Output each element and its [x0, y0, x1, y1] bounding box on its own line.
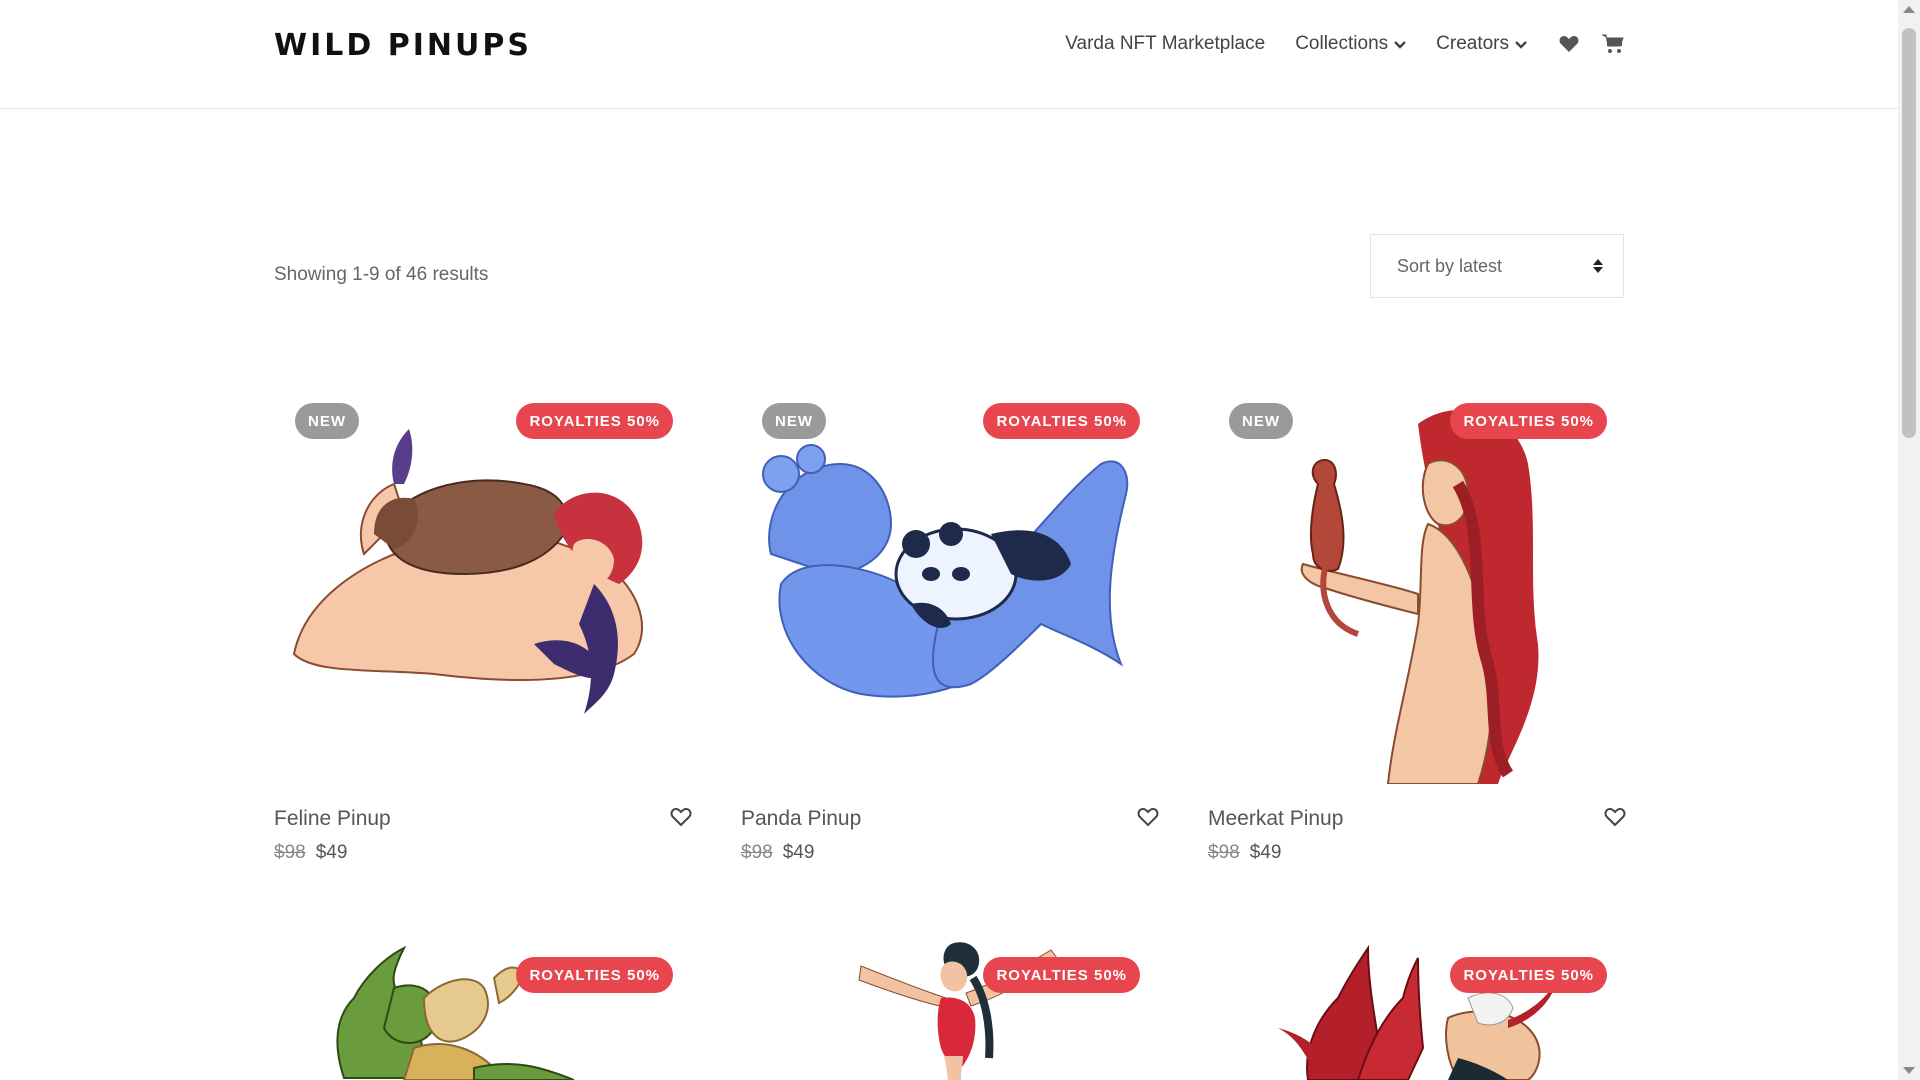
old-price: $98: [274, 842, 306, 863]
badge-royalties: ROYALTIES 50%: [516, 957, 673, 993]
nav-item-creators[interactable]: Creators: [1436, 33, 1527, 55]
chevron-down-icon: [1515, 38, 1527, 52]
product-image[interactable]: ROYALTIES 50%: [1208, 938, 1628, 1080]
product-image[interactable]: NEW ROYALTIES 50%: [274, 384, 694, 784]
wishlist-heart-icon[interactable]: [1604, 807, 1628, 831]
product-card-feline[interactable]: NEW ROYALTIES 50% Feline Pinup $98 $49: [274, 384, 694, 863]
wishlist-heart-icon[interactable]: [1557, 32, 1581, 56]
badge-new: NEW: [762, 403, 826, 439]
feline-pinup-illustration: [292, 429, 644, 714]
sort-dropdown-value: Sort by latest: [1397, 255, 1503, 276]
page-scrollbar[interactable]: [1898, 0, 1920, 1080]
product-image[interactable]: ROYALTIES 50%: [741, 938, 1161, 1080]
old-price: $98: [1208, 842, 1240, 863]
site-header: WILD PINUPS Varda NFT Marketplace Collec…: [0, 0, 1898, 109]
badge-new: NEW: [1229, 403, 1293, 439]
current-price: $49: [782, 842, 815, 863]
nav-item-label: Varda NFT Marketplace: [1065, 33, 1266, 54]
badge-royalties: ROYALTIES 50%: [983, 957, 1140, 993]
wishlist-heart-icon[interactable]: [670, 807, 694, 831]
sort-arrows-icon: [1593, 259, 1603, 273]
badge-royalties: ROYALTIES 50%: [1450, 957, 1607, 993]
cart-icon[interactable]: [1601, 32, 1625, 56]
scroll-up-arrow[interactable]: [1903, 6, 1915, 13]
product-price: $98 $49: [1208, 842, 1281, 864]
product-image[interactable]: NEW ROYALTIES 50%: [741, 384, 1161, 784]
product-title[interactable]: Meerkat Pinup: [1208, 807, 1343, 831]
panda-pinup-illustration: [762, 444, 1129, 698]
badge-royalties: ROYALTIES 50%: [983, 403, 1140, 439]
chevron-down-icon: [1394, 38, 1406, 52]
badge-new: NEW: [295, 403, 359, 439]
product-image[interactable]: NEW ROYALTIES 50%: [1208, 384, 1628, 784]
product-price: $98 $49: [274, 842, 347, 864]
current-price: $49: [1249, 842, 1282, 863]
site-logo[interactable]: WILD PINUPS: [274, 28, 532, 63]
results-count: Showing 1-9 of 46 results: [274, 264, 489, 285]
old-price: $98: [741, 842, 773, 863]
badge-royalties: ROYALTIES 50%: [1450, 403, 1607, 439]
product-card-crocodile[interactable]: ROYALTIES 50%: [274, 938, 694, 1080]
product-title[interactable]: Feline Pinup: [274, 807, 391, 831]
scroll-thumb[interactable]: [1902, 28, 1916, 438]
nav-item-marketplace[interactable]: Varda NFT Marketplace: [1065, 33, 1265, 55]
nav-item-label: Collections: [1295, 33, 1389, 54]
sort-dropdown[interactable]: Sort by latest: [1370, 234, 1624, 298]
product-title[interactable]: Panda Pinup: [741, 807, 861, 831]
product-price: $98 $49: [741, 842, 814, 864]
main-nav: Varda NFT Marketplace Collections Creato…: [1035, 32, 1625, 56]
nav-item-collections[interactable]: Collections: [1295, 33, 1406, 55]
product-card-wings[interactable]: ROYALTIES 50%: [1208, 938, 1628, 1080]
page: WILD PINUPS Varda NFT Marketplace Collec…: [0, 0, 1920, 1080]
wishlist-heart-icon[interactable]: [1137, 807, 1161, 831]
product-card-dancer[interactable]: ROYALTIES 50%: [741, 938, 1161, 1080]
product-image[interactable]: ROYALTIES 50%: [274, 938, 694, 1080]
current-price: $49: [315, 842, 348, 863]
product-card-panda[interactable]: NEW ROYALTIES 50% Panda Pinup $98 $49: [741, 384, 1161, 863]
meerkat-pinup-illustration: [1300, 409, 1539, 784]
nav-item-label: Creators: [1436, 33, 1509, 54]
scroll-down-arrow[interactable]: [1903, 1067, 1915, 1074]
product-card-meerkat[interactable]: NEW ROYALTIES 50% Meerkat Pinup $98 $49: [1208, 384, 1628, 863]
badge-royalties: ROYALTIES 50%: [516, 403, 673, 439]
